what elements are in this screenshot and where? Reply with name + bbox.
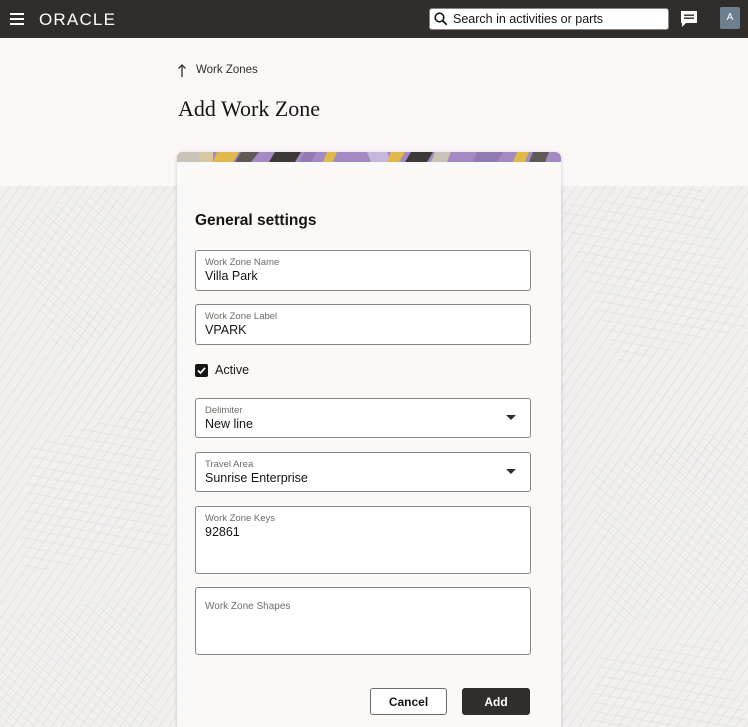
work-zone-label-field[interactable]: Work Zone Label VPARK — [195, 304, 531, 345]
svg-text:ORACLE: ORACLE — [39, 11, 116, 27]
delimiter-value: New line — [205, 417, 253, 431]
travel-area-label: Travel Area — [205, 459, 254, 470]
form-card: General settings Work Zone Name Villa Pa… — [177, 152, 561, 727]
work-zone-shapes-label: Work Zone Shapes — [205, 601, 291, 612]
avatar[interactable]: A — [720, 7, 740, 29]
work-zone-name-field[interactable]: Work Zone Name Villa Park — [195, 250, 531, 291]
search-box[interactable] — [429, 8, 669, 30]
search-input[interactable] — [453, 10, 665, 28]
search-icon — [434, 12, 448, 26]
add-button[interactable]: Add — [462, 688, 530, 715]
travel-area-value: Sunrise Enterprise — [205, 471, 308, 485]
card-banner — [177, 152, 561, 162]
travel-area-select[interactable]: Travel Area Sunrise Enterprise — [195, 452, 531, 492]
delimiter-select[interactable]: Delimiter New line — [195, 398, 531, 438]
active-checkbox-row[interactable]: Active — [195, 362, 249, 378]
oracle-logo[interactable]: ORACLE — [39, 11, 131, 27]
work-zone-name-value[interactable]: Villa Park — [205, 269, 258, 283]
breadcrumb-label[interactable]: Work Zones — [196, 64, 258, 76]
chevron-down-icon[interactable] — [506, 415, 516, 420]
cancel-button[interactable]: Cancel — [370, 688, 447, 715]
work-zone-keys-value[interactable]: 92861 — [205, 525, 240, 539]
work-zone-name-label: Work Zone Name — [205, 257, 280, 268]
page-title: Add Work Zone — [178, 96, 321, 121]
breadcrumb[interactable]: Work Zones — [177, 62, 258, 78]
chat-icon[interactable] — [680, 10, 698, 28]
active-label: Active — [215, 363, 250, 377]
work-zone-keys-field[interactable]: Work Zone Keys 92861 — [195, 506, 531, 574]
section-title: General settings — [195, 212, 317, 229]
chevron-down-icon[interactable] — [506, 469, 516, 474]
work-zone-shapes-field[interactable]: Work Zone Shapes — [195, 587, 531, 655]
active-checkbox[interactable] — [195, 363, 208, 377]
work-zone-label-label: Work Zone Label — [205, 311, 278, 322]
top-bar: ORACLE A — [0, 0, 748, 38]
arrow-up-icon — [178, 63, 186, 77]
work-zone-label-value[interactable]: VPARK — [205, 323, 246, 337]
work-zone-keys-label: Work Zone Keys — [205, 513, 276, 524]
menu-icon[interactable] — [10, 13, 24, 25]
delimiter-label: Delimiter — [205, 405, 243, 416]
checkmark-icon — [197, 366, 206, 374]
